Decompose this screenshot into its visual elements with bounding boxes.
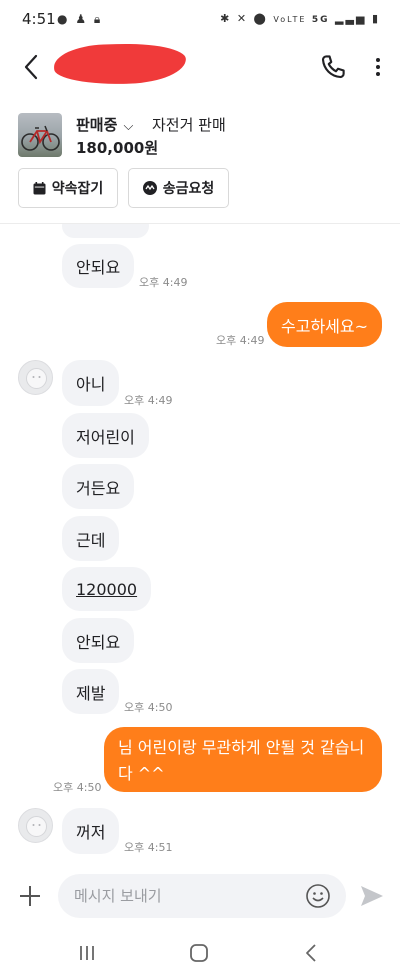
more-vertical-icon xyxy=(376,58,380,76)
message-bubble: 안되요 xyxy=(62,244,135,288)
chat-header xyxy=(0,40,400,96)
message-bubble: 제발 xyxy=(62,669,120,714)
message-bubble: 저어린이 xyxy=(62,413,149,458)
message-time: 오후 4:50 xyxy=(124,701,173,714)
chat-notification-icon: ● xyxy=(57,12,70,26)
system-back-button[interactable] xyxy=(296,938,326,968)
status-time: 4:51 xyxy=(22,10,56,28)
bluetooth-icon: ✱ xyxy=(220,12,232,25)
sale-status-dropdown[interactable]: 판매중 ⌵ xyxy=(76,114,133,135)
message-bubble: 아니 xyxy=(62,360,120,406)
attach-button[interactable] xyxy=(16,882,44,910)
notification-icons: ● ♟ 🔒︎ xyxy=(57,12,102,27)
lock-icon: 🔒︎ xyxy=(93,12,103,26)
recent-apps-button[interactable] xyxy=(72,938,102,968)
redacted-name xyxy=(53,41,187,87)
smile-icon xyxy=(306,884,330,908)
message-text: 저어린이 xyxy=(76,427,135,447)
system-icons: ✱ ✕ ⬤ VoLTE 5G ▂▃▅ ▮ xyxy=(220,12,380,25)
message-time: 오후 4:49 xyxy=(124,394,173,407)
back-button[interactable] xyxy=(18,52,48,82)
composer xyxy=(0,868,400,926)
message-input[interactable] xyxy=(58,874,346,918)
message-time: 오후 4:49 xyxy=(139,276,188,289)
app-notification-icon: ♟ xyxy=(75,12,89,26)
pay-icon xyxy=(142,181,157,195)
message-bubble xyxy=(62,224,149,238)
call-button[interactable] xyxy=(318,52,348,82)
5g-icon: 5G xyxy=(311,15,330,25)
status-bar: 4:51 ● ♟ 🔒︎ ✱ ✕ ⬤ VoLTE 5G ▂▃▅ ▮ xyxy=(0,0,400,40)
my-message-bubble: 수고하세요~ xyxy=(267,302,383,347)
message-bubble: 120000 xyxy=(62,567,152,611)
appointment-label: 약속잡기 xyxy=(51,181,104,197)
battery-icon: ▮ xyxy=(371,12,380,25)
message-bubble: 안되요 xyxy=(62,618,135,663)
system-nav-bar xyxy=(0,930,400,977)
emoji-button[interactable] xyxy=(305,883,331,909)
chevron-left-icon xyxy=(24,54,38,80)
message-bubble: 꺼저 xyxy=(62,808,120,854)
message-text: 수고하세요~ xyxy=(281,316,369,336)
message-bubble: 근데 xyxy=(62,516,120,561)
message-text: 안되요 xyxy=(76,258,121,277)
message-text: 거든요 xyxy=(76,478,121,498)
appointment-button[interactable]: 약속잡기 xyxy=(18,168,118,208)
sale-status-label: 판매중 xyxy=(76,116,118,134)
more-button[interactable] xyxy=(366,52,390,82)
product-price: 180,000원 xyxy=(76,139,159,157)
send-button[interactable] xyxy=(358,882,386,910)
signal-icon: ▂▃▅ xyxy=(335,12,367,25)
avatar[interactable] xyxy=(18,360,53,395)
message-time: 오후 4:51 xyxy=(124,841,173,854)
chevron-down-icon: ⌵ xyxy=(119,119,134,134)
home-icon xyxy=(190,944,208,962)
message-list[interactable]: 안되요 오후 4:49 오후 4:49 수고하세요~ 아니 오후 4:49 저어… xyxy=(0,224,400,860)
message-text: 꺼저 xyxy=(76,823,106,842)
phone-icon xyxy=(321,55,345,79)
mute-icon: ✕ xyxy=(236,12,249,25)
product-summary: 판매중 ⌵ 자전거 판매 180,000원 약속잡기 송금요청 xyxy=(0,104,400,224)
remit-request-button[interactable]: 송금요청 xyxy=(128,168,229,208)
message-text: 근데 xyxy=(76,530,106,550)
message-time: 오후 4:49 xyxy=(216,334,265,347)
message-text: 님 어린이랑 무관하게 안될 것 같습니다 ^^ xyxy=(118,738,365,783)
avatar[interactable] xyxy=(18,808,53,843)
message-text: 제발 xyxy=(76,683,106,703)
location-icon: ⬤ xyxy=(253,12,268,25)
product-title: 자전거 판매 xyxy=(152,116,226,134)
message-text: 아니 xyxy=(76,375,106,394)
message-time: 오후 4:50 xyxy=(53,781,102,794)
wifi-calling-icon: VoLTE xyxy=(273,15,307,24)
message-bubble: 거든요 xyxy=(62,464,135,509)
remit-request-label: 송금요청 xyxy=(162,181,215,197)
bicycle-photo xyxy=(21,125,60,151)
calendar-icon xyxy=(33,181,46,194)
plus-icon xyxy=(20,886,40,906)
message-text-phone-link[interactable]: 120000 xyxy=(76,580,137,599)
message-text: 안되요 xyxy=(76,632,121,652)
recents-icon xyxy=(80,946,94,960)
send-icon xyxy=(361,886,383,906)
default-profile-icon xyxy=(26,368,47,389)
my-message-bubble: 님 어린이랑 무관하게 안될 것 같습니다 ^^ xyxy=(104,727,382,792)
product-thumbnail[interactable] xyxy=(18,113,62,157)
default-profile-icon xyxy=(26,816,47,837)
back-icon xyxy=(306,944,316,962)
home-button[interactable] xyxy=(184,938,214,968)
